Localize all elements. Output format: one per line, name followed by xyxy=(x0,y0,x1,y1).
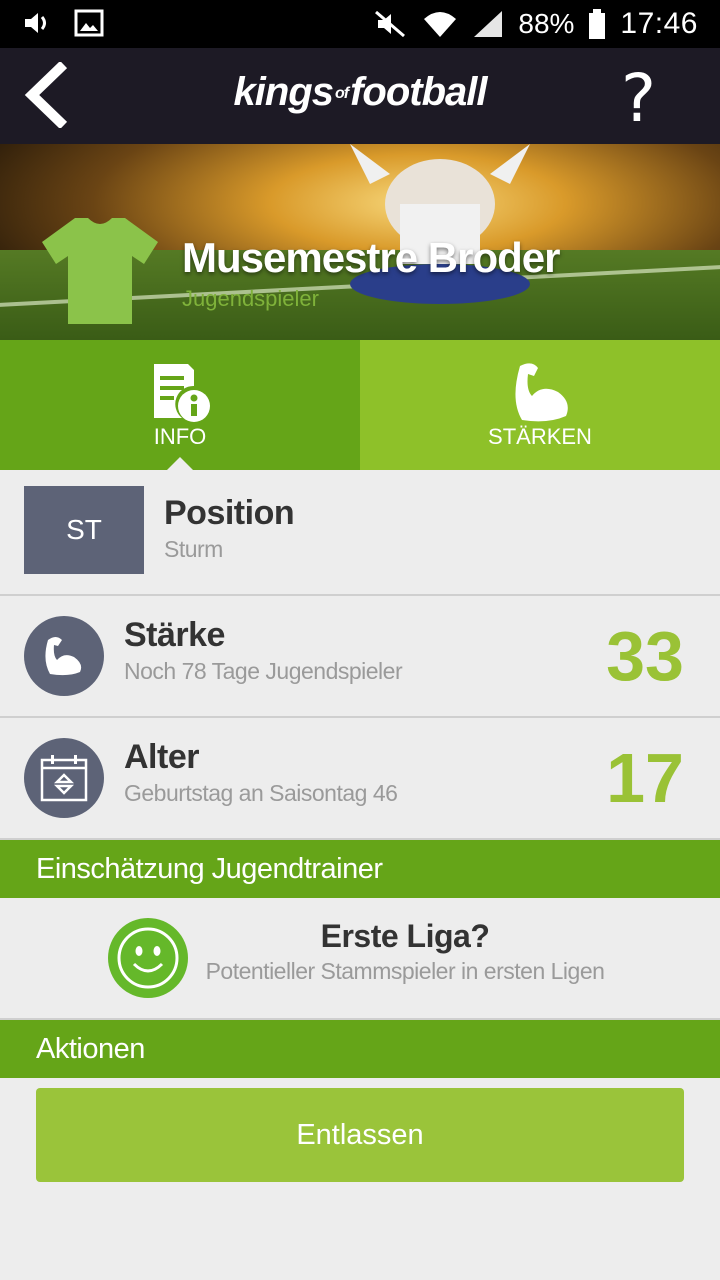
tab-staerken[interactable]: STÄRKEN xyxy=(360,340,720,470)
status-bar: 88% 17:46 xyxy=(0,0,720,48)
actions-header: Aktionen xyxy=(0,1020,720,1078)
position-badge: ST xyxy=(24,486,144,574)
player-role: Jugendspieler xyxy=(182,286,319,311)
assessment-subtitle: Potentieller Stammspieler in ersten Lige… xyxy=(205,958,605,984)
biceps-icon xyxy=(45,637,82,676)
jersey-icon xyxy=(42,218,158,324)
help-button[interactable]: ? xyxy=(621,60,656,137)
player-photo xyxy=(350,144,530,304)
mute-icon xyxy=(375,10,406,38)
age-subtitle: Geburtstag an Saisontag 46 xyxy=(124,780,398,806)
player-header: Musemestre Broder Jugendspieler xyxy=(0,144,720,340)
calendar-icon xyxy=(40,755,88,802)
battery-icon xyxy=(589,9,606,39)
age-title: Alter xyxy=(124,738,199,776)
age-row: Alter Geburtstag an Saisontag 46 17 xyxy=(0,718,720,840)
signal-icon xyxy=(474,11,503,37)
strength-value: 33 xyxy=(606,617,684,695)
info-document-icon xyxy=(154,364,210,422)
strength-icon-circle xyxy=(24,616,104,696)
player-name: Musemestre Broder xyxy=(182,234,560,281)
strength-title: Stärke xyxy=(124,616,225,654)
age-value: 17 xyxy=(606,739,684,817)
app-logo: kings offootball xyxy=(233,70,487,114)
app-bar: kings offootball ? xyxy=(0,48,720,144)
position-title: Position xyxy=(164,494,295,532)
clock: 17:46 xyxy=(620,7,698,40)
assessment-title: Erste Liga? xyxy=(320,918,490,954)
position-value: Sturm xyxy=(164,536,223,562)
age-icon-circle xyxy=(24,738,104,818)
biceps-icon xyxy=(515,363,568,422)
tab-info[interactable]: INFO xyxy=(0,340,360,471)
tab-bar: INFO STÄRKEN xyxy=(0,340,720,471)
battery-percent: 88% xyxy=(518,8,575,39)
strength-subtitle: Noch 78 Tage Jugendspieler xyxy=(124,658,403,684)
volume-icon xyxy=(25,13,46,33)
position-row: ST Position Sturm xyxy=(0,470,720,596)
dismiss-button[interactable]: Entlassen xyxy=(36,1088,684,1182)
strength-row: Stärke Noch 78 Tage Jugendspieler 33 xyxy=(0,596,720,718)
assessment-header: Einschätzung Jugendtrainer xyxy=(0,840,720,898)
image-icon xyxy=(74,9,104,37)
wifi-icon xyxy=(424,12,457,37)
